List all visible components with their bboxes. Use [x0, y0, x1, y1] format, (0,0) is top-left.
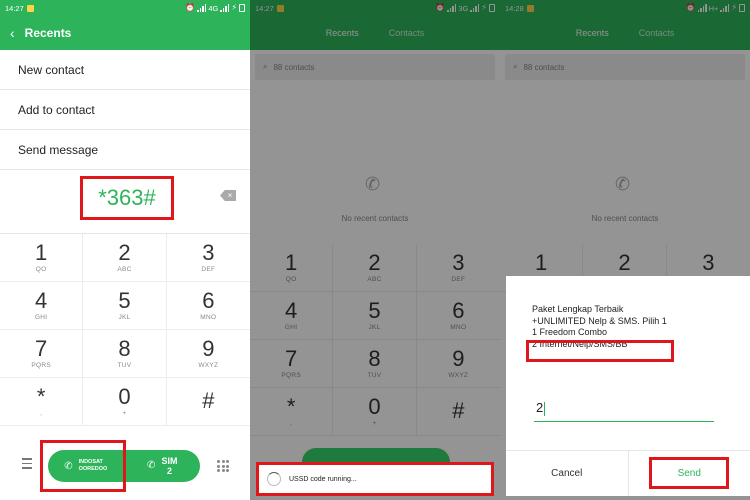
key-digit: 8 [118, 336, 131, 361]
key-6[interactable]: 6 MNO [166, 282, 250, 330]
cancel-button[interactable]: Cancel [506, 451, 629, 496]
charging-icon: ⚡ [231, 3, 237, 12]
app-header: 14:27 ⏰ 4G ⚡ ‹ Recents [0, 0, 250, 50]
key-digit: # [202, 387, 215, 413]
key-letters: PQRS [31, 362, 51, 369]
menu-icon[interactable] [22, 458, 32, 472]
key-digit: 1 [35, 240, 48, 265]
page-title: Recents [24, 26, 72, 40]
key-letters: TUV [117, 362, 132, 369]
key-4[interactable]: 4 GHI [0, 282, 84, 330]
key-letters: MNO [200, 314, 217, 321]
key-star[interactable]: *, [0, 378, 84, 426]
spinner-icon [267, 472, 281, 486]
key-letters: , [40, 410, 43, 417]
status-bar: 14:27 ⏰ 4G ⚡ [0, 0, 250, 16]
dim-overlay [250, 0, 500, 500]
key-digit: 4 [35, 288, 48, 313]
dialpad-toggle-icon[interactable] [217, 460, 229, 472]
key-letters: WXYZ [198, 362, 219, 369]
highlight-call-button [40, 440, 126, 492]
ussd-running-screen: 14:27 ⏰ 3G ⚡ Recents Contacts ⌕ 88 conta [250, 0, 500, 500]
ussd-response-screen: 14:28 ⏰ H+ ⚡ Recents Contacts ⌕ 88 conta [500, 0, 750, 500]
key-letters: GHI [34, 314, 48, 321]
dialed-number: *363# [80, 176, 174, 220]
notification-icon [26, 4, 34, 12]
key-digit: 0 [118, 384, 131, 409]
key-3[interactable]: 3DEF [166, 234, 250, 282]
highlight-option [526, 340, 674, 362]
key-digit: * [36, 384, 46, 409]
dialog-buttons: Cancel Send [506, 450, 750, 496]
alarm-icon: ⏰ [185, 3, 196, 12]
app-bar: ‹ Recents [0, 16, 250, 50]
ussd-reply-value: 2 [536, 400, 544, 415]
dial-display: *363# × [0, 170, 250, 234]
key-digit: 6 [202, 288, 215, 313]
status-time: 14:27 [5, 3, 24, 13]
new-contact-item[interactable]: New contact [0, 50, 250, 90]
key-letters: JKL [118, 314, 131, 321]
key-letters: DEF [201, 266, 216, 273]
key-digit: 5 [118, 288, 131, 313]
ussd-line-2: +UNLIMITED Nelp & SMS. Pilih 1 [532, 315, 667, 326]
network-type: 4G [208, 3, 219, 13]
key-8[interactable]: 8 TUV [83, 330, 167, 378]
key-2[interactable]: 2ABC [83, 234, 167, 282]
key-letters: + [122, 410, 127, 417]
sim2-label: SIM 2 [161, 456, 178, 476]
key-hash[interactable]: # [166, 378, 250, 426]
ussd-line-1: Paket Lengkap Terbaik [532, 304, 624, 314]
signal-icon-2 [220, 4, 230, 12]
send-button[interactable]: Send [629, 451, 750, 496]
send-message-item[interactable]: Send message [0, 130, 250, 170]
phone-icon-2: ✆ [147, 460, 156, 471]
ussd-line-3: 1 Freedom Combo [532, 327, 608, 337]
key-7[interactable]: 7 PQRS [0, 330, 84, 378]
signal-icon [197, 4, 207, 12]
key-digit: 7 [35, 336, 48, 361]
highlight-send [648, 457, 729, 489]
key-0[interactable]: 0 + [83, 378, 167, 426]
key-digit: 9 [202, 336, 215, 361]
key-5[interactable]: 5 JKL [83, 282, 167, 330]
ussd-progress-dialog: USSD code running... [256, 462, 494, 496]
ussd-status-text: USSD code running... [289, 475, 357, 483]
add-to-contact-item[interactable]: Add to contact [0, 90, 250, 130]
back-arrow-icon[interactable]: ‹ [10, 25, 15, 41]
key-digit: 2 [118, 240, 131, 265]
key-digit: 3 [202, 240, 215, 265]
dial-keypad: 1 QO 2 ABC 3 DEF 4 GHI 5 JKL 6 MNO 7 PQRS 8 TUV 9 WXYZ *, 0… [0, 234, 250, 426]
key-letters: QO [35, 266, 47, 273]
ussd-response-dialog: Paket Lengkap Terbaik +UNLIMITED Nelp & … [506, 276, 750, 496]
key-letters: ABC [117, 266, 132, 273]
key-1[interactable]: 1QO [0, 234, 84, 282]
ussd-reply-input[interactable]: 2 [534, 400, 714, 422]
call-buttons-behind [302, 448, 450, 462]
key-9[interactable]: 9 WXYZ [166, 330, 250, 378]
dialer-screen: 14:27 ⏰ 4G ⚡ ‹ Recents New contact Add t… [0, 0, 250, 500]
call-sim2-button[interactable]: ✆ SIM 2 [123, 450, 200, 482]
backspace-icon[interactable]: × [220, 190, 236, 201]
text-cursor [544, 401, 546, 416]
battery-icon [239, 4, 245, 12]
